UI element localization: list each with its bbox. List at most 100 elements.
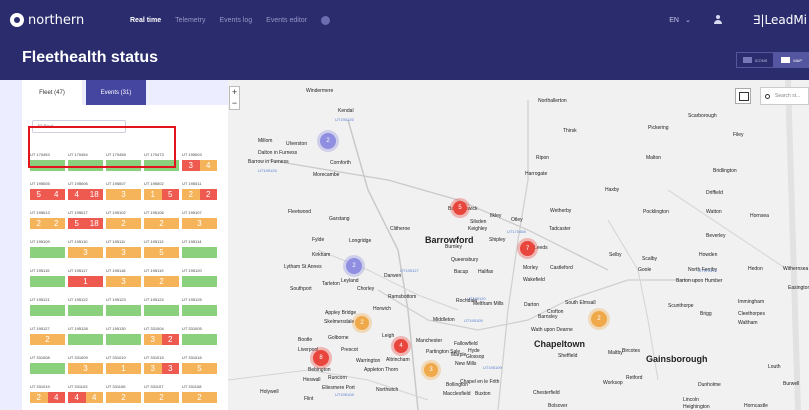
fleet-unit-tile[interactable]: UT 195118 3 [106, 268, 144, 287]
northern-logo-icon [10, 13, 24, 27]
unit-status-cells [30, 363, 65, 374]
map-unit-label[interactable]: UT195108 [335, 392, 354, 397]
fleet-unit-tile[interactable]: UT 331005 [182, 326, 220, 345]
fleet-unit-tile[interactable]: UT 195102 2 [106, 210, 144, 229]
fleet-unit-tile[interactable]: UT 195113 5 [144, 239, 182, 258]
unit-status-count: 3 [144, 363, 162, 374]
fleet-unit-tile[interactable]: UT 331015 3 3 [144, 355, 182, 374]
fleet-unit-tile[interactable]: UT 331107 2 [144, 384, 182, 403]
map-cluster-marker[interactable]: 7 [520, 241, 535, 256]
map-unit-label[interactable]: UT170473 [698, 268, 717, 273]
fleet-unit-tile[interactable]: UT 195130 [106, 326, 144, 345]
unit-id-label: UT 195013 [30, 210, 50, 215]
unit-id-label: UT 195002 [144, 181, 164, 186]
fleet-unit-tile[interactable]: UT 195114 [182, 239, 220, 258]
fleet-unit-tile[interactable]: UT 331103 4 4 [68, 384, 106, 403]
fleet-unit-tile[interactable]: UT 195123 [106, 297, 144, 316]
settings-icon[interactable] [321, 15, 331, 25]
unit-status-cells: 3 [106, 276, 141, 287]
zoom-out-button[interactable]: − [230, 98, 239, 109]
map-place-label: Dunholme [698, 382, 721, 388]
fleet-unit-tile[interactable]: UT 331008 [30, 355, 68, 374]
tab-fleet[interactable]: Fleet (47) [22, 80, 82, 105]
fleet-unit-tile[interactable]: UT 195002 1 5 [144, 181, 182, 200]
fleet-unit-tile[interactable]: UT 195109 [30, 239, 68, 258]
user-icon[interactable] [713, 15, 723, 25]
zoom-in-button[interactable]: + [230, 87, 239, 98]
unit-status-count: 3 [144, 334, 162, 345]
map-cluster-marker[interactable]: 2 [591, 311, 607, 327]
unit-status-cells: 4 18 [68, 189, 103, 200]
fleet-unit-tile[interactable]: UT 195007 3 [106, 181, 144, 200]
fleet-unit-tile[interactable]: UT 195115 [30, 268, 68, 287]
language-select[interactable]: EN [669, 17, 679, 24]
unit-status-count: 5 [144, 247, 179, 258]
nav-item-events-editor[interactable]: Events editor [266, 17, 307, 24]
icons-view-label: ICONS [754, 57, 768, 63]
map-view-button[interactable]: MAP [774, 52, 809, 68]
unit-status-count: 4 [47, 392, 65, 403]
station-search-input[interactable]: Search st... [760, 87, 809, 105]
map-cluster-marker[interactable]: 2 [346, 258, 362, 274]
fleet-unit-tile[interactable]: UT 195128 [68, 326, 106, 345]
map-place-label: Barton upon Humber [676, 278, 723, 284]
fleet-unit-tile[interactable]: UT 195117 1 [68, 268, 106, 287]
nav-item-events-log[interactable]: Events log [219, 17, 252, 24]
fleet-unit-tile[interactable]: UT 195120 [182, 268, 220, 287]
icons-view-button[interactable]: ICONS [735, 52, 775, 68]
unit-status-cells: 3 [68, 363, 103, 374]
map-place-label: Louth [768, 364, 781, 370]
fleet-unit-tile[interactable]: UT 331108 2 [182, 384, 220, 403]
map-cluster-marker[interactable]: 4 [394, 339, 408, 353]
fleet-unit-tile[interactable]: UT 195124 [144, 297, 182, 316]
fleet-unit-tile[interactable]: UT 331009 3 [68, 355, 106, 374]
fleet-unit-tile[interactable]: UT 331019 2 4 [30, 384, 68, 403]
fleet-unit-tile[interactable]: UT 331016 5 [182, 355, 220, 374]
grid-icon [742, 57, 752, 63]
map-unit-label[interactable]: UT195120 [467, 296, 486, 301]
map-unit-label[interactable]: UT195109 [483, 365, 502, 370]
map-place-label: Skelmersdale [324, 319, 355, 325]
map-place-label: Ramsbottom [388, 294, 417, 300]
map-unit-label[interactable]: UT170458 [507, 229, 526, 234]
map-cluster-marker[interactable]: 8 [313, 350, 329, 366]
fleet-unit-tile[interactable]: UT 195127 2 [30, 326, 68, 345]
fullscreen-icon[interactable] [735, 88, 751, 104]
unit-status-cells [182, 247, 217, 258]
nav-item-real-time[interactable]: Real time [130, 17, 161, 24]
chevron-down-icon[interactable]: ⌄ [685, 16, 691, 24]
fleet-unit-tile[interactable]: UT 195106 2 [144, 210, 182, 229]
fleet-unit-tile[interactable]: UT 331004 3 2 [144, 326, 182, 345]
map-unit-label[interactable]: UT195105 [464, 318, 483, 323]
map-cluster-marker[interactable]: 2 [320, 133, 336, 149]
fleet-unit-tile[interactable]: UT 195125 [182, 297, 220, 316]
nav-item-telemetry[interactable]: Telemetry [175, 17, 205, 24]
map-cluster-marker[interactable]: 2 [355, 316, 369, 330]
unit-id-label: UT 331004 [144, 326, 164, 331]
map-unit-label[interactable]: UT195126 [335, 117, 354, 122]
fleet-unit-tile[interactable]: UT 195005 5 4 [30, 181, 68, 200]
fleet-unit-tile[interactable]: UT 195107 3 [182, 210, 220, 229]
map-place-label: Barrow in Furness [248, 159, 289, 165]
fleet-unit-tile[interactable]: UT 195111 3 [106, 239, 144, 258]
fleet-unit-tile[interactable]: UT 195011 2 2 [182, 181, 220, 200]
unit-status-cells: 24 [30, 392, 65, 403]
brand-logo[interactable]: northern [10, 13, 130, 28]
map-view[interactable]: Windermere Kendal Northallerton Scarborough… [228, 80, 809, 410]
unit-status-count: 2 [144, 218, 179, 229]
fleet-unit-tile[interactable]: UT 195003 3 4 [182, 152, 220, 171]
fleet-unit-tile[interactable]: UT 195017 5 18 [68, 210, 106, 229]
fleet-unit-tile[interactable]: UT 195119 2 [144, 268, 182, 287]
fleet-unit-tile[interactable]: UT 331106 2 [106, 384, 144, 403]
fleet-unit-tile[interactable]: UT 195006 4 18 [68, 181, 106, 200]
tab-events[interactable]: Events (31) [86, 80, 146, 105]
fleet-unit-tile[interactable]: UT 195121 [30, 297, 68, 316]
map-cluster-marker[interactable]: 5 [453, 201, 467, 215]
map-cluster-marker[interactable]: 3 [424, 363, 438, 377]
fleet-unit-tile[interactable]: UT 195013 2 2 [30, 210, 68, 229]
map-unit-label[interactable]: UT195127 [400, 268, 419, 273]
fleet-unit-tile[interactable]: UT 195122 [68, 297, 106, 316]
map-unit-label[interactable]: UT195125 [258, 168, 277, 173]
fleet-unit-tile[interactable]: UT 331010 1 [106, 355, 144, 374]
fleet-unit-tile[interactable]: UT 195110 3 [68, 239, 106, 258]
